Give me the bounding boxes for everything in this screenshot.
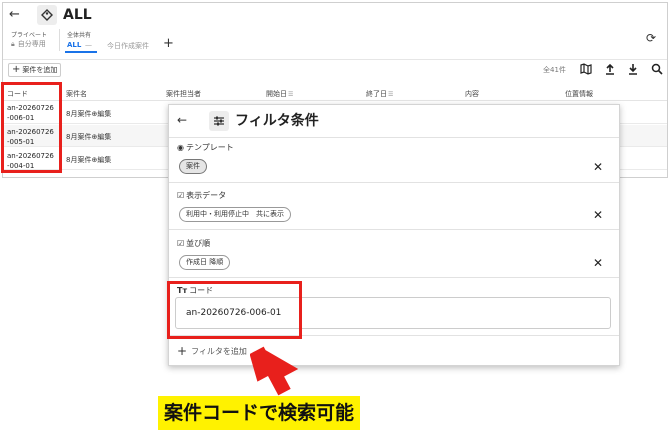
clear-icon[interactable]: ✕: [593, 257, 603, 269]
column-header-start-label: 開始日: [266, 90, 287, 98]
filter-sliders-icon: [209, 111, 229, 131]
checklist-icon: ☑: [177, 239, 185, 248]
display-label: 表示データ: [186, 191, 227, 200]
page-title: ALL: [63, 7, 92, 23]
plus-icon: +: [177, 344, 188, 358]
column-header-content[interactable]: 内容: [465, 89, 479, 99]
add-case-label: 案件を追加: [22, 66, 58, 74]
clear-icon[interactable]: ✕: [593, 209, 603, 221]
back-arrow-icon[interactable]: ←: [9, 7, 27, 23]
sort-label: 並び順: [186, 239, 211, 248]
plus-icon: +: [12, 64, 21, 75]
column-header-assignee[interactable]: 案件担当者: [166, 89, 201, 99]
sort-chip[interactable]: 作成日 降順: [179, 255, 231, 270]
display-section-label: ☑ 表示データ: [177, 190, 226, 201]
tab-today[interactable]: 今日作成案件: [107, 41, 149, 51]
divider: [169, 229, 619, 230]
sort-icon: ☰: [288, 91, 294, 98]
arrow-icon: [250, 346, 299, 396]
refresh-icon[interactable]: ⟳: [646, 31, 656, 45]
caption-banner: 案件コードで検索可能: [158, 396, 361, 430]
tab-private[interactable]: 🔒︎ 自分専用: [11, 39, 46, 49]
case-name-cell[interactable]: 8月案件⊕編集: [66, 155, 111, 165]
tab-all[interactable]: ALL: [67, 41, 81, 49]
add-filter-label: フィルタを追加: [191, 346, 247, 356]
download-icon[interactable]: [627, 63, 639, 75]
group-label-shared: 全体共有: [67, 32, 92, 39]
case-name-cell[interactable]: 8月案件⊕編集: [66, 109, 111, 119]
search-icon[interactable]: [651, 63, 663, 75]
radio-selected-icon: ◉: [177, 143, 184, 152]
code-column-highlight: [1, 82, 62, 173]
add-filter-button[interactable]: + フィルタを追加: [177, 344, 247, 358]
map-icon[interactable]: [580, 63, 592, 75]
group-label-private: プライベート: [11, 32, 48, 39]
column-header-name[interactable]: 案件名: [66, 89, 87, 99]
upload-icon[interactable]: [604, 63, 616, 75]
column-header-location[interactable]: 位置情報: [565, 89, 593, 99]
lock-icon: 🔒︎: [11, 39, 15, 48]
template-section-label: ◉ テンプレート: [177, 142, 234, 153]
tab-all-more[interactable]: —: [85, 41, 92, 49]
sort-section-label: ☑ 並び順: [177, 238, 210, 249]
panel-title: フィルタ条件: [235, 113, 319, 129]
header: ← ALL プライベート 🔒︎ 自分専用 全体共有 ALL — 今日作成案件 +…: [3, 3, 667, 59]
display-chip[interactable]: 利用中・利用停止中 共に表示: [179, 207, 291, 222]
divider: [169, 277, 619, 278]
column-header-end[interactable]: 終了日☰: [366, 89, 393, 99]
tag-icon: [37, 5, 57, 25]
record-count: 全41件: [543, 66, 566, 74]
template-label: テンプレート: [185, 143, 234, 152]
active-tab-indicator: [65, 51, 97, 53]
back-arrow-icon[interactable]: ←: [177, 113, 187, 127]
column-header-start[interactable]: 開始日☰: [266, 89, 293, 99]
add-tab-plus-icon[interactable]: +: [163, 36, 174, 51]
table-header: コード 案件名 案件担当者 開始日☰ 終了日☰ 内容 位置情報: [3, 85, 667, 101]
divider: [3, 59, 667, 60]
tab-private-label: 自分専用: [17, 40, 46, 48]
divider: [169, 182, 619, 183]
sort-icon: ☰: [388, 91, 394, 98]
code-input-highlight: [167, 281, 302, 339]
add-case-button[interactable]: + 案件を追加: [8, 63, 62, 77]
tab-divider: [59, 29, 60, 51]
clear-icon[interactable]: ✕: [593, 161, 603, 173]
checklist-icon: ☑: [177, 191, 185, 200]
column-header-end-label: 終了日: [366, 90, 387, 98]
template-chip[interactable]: 案件: [179, 159, 207, 174]
case-name-cell[interactable]: 8月案件⊕編集: [66, 132, 111, 142]
divider: [169, 137, 619, 138]
